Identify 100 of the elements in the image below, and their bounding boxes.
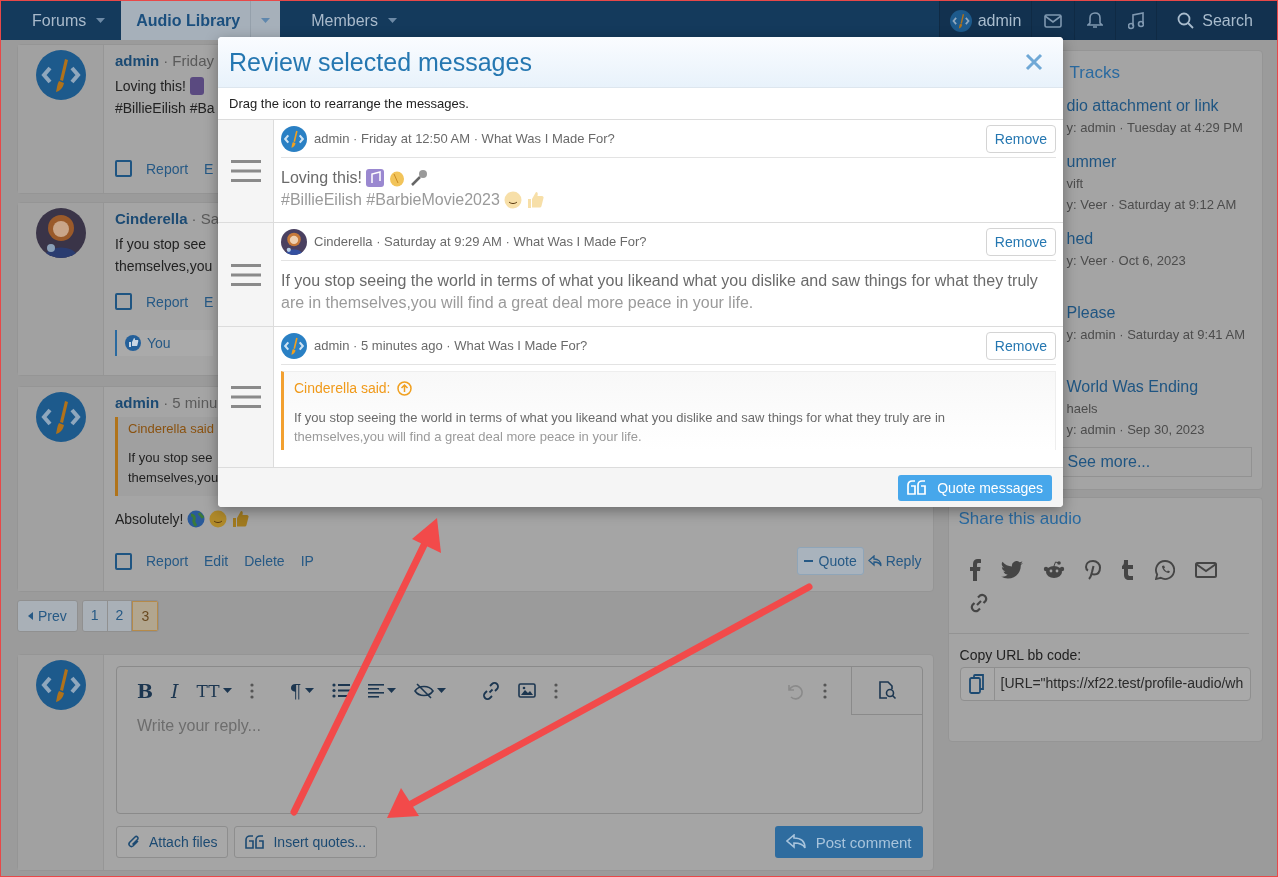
attach-files-button[interactable]: Attach files [116,826,229,858]
align-tool[interactable] [367,683,396,698]
action-link[interactable]: IP [300,553,314,569]
nav-tab[interactable]: Forums [1,1,120,40]
track-title[interactable]: Please [1066,302,1252,324]
page-button[interactable]: 3 [132,601,159,631]
quote-button[interactable]: Quote [796,547,864,575]
document-search-icon [876,680,897,700]
track-title[interactable]: World Was Ending [1066,376,1252,398]
facebook-icon[interactable] [968,559,981,581]
quote-author: Cinderella said [128,421,214,436]
logo-avatar [949,9,972,32]
reddit-icon[interactable] [1042,561,1065,579]
action-link[interactable]: Report [146,293,189,310]
logo-avatar [35,50,86,100]
smiling-face-icon [503,191,522,209]
search-button[interactable]: Search [1156,1,1277,40]
track-meta: y: admin · Saturday at 9:41 AM [1066,326,1246,344]
drag-handle-icon[interactable] [230,262,261,287]
caret-icon [436,688,446,693]
thumbs-up-icon [231,510,250,528]
post-text: Absolutely! [115,510,184,529]
hide-tool[interactable] [413,682,446,699]
size-tool[interactable]: TT [196,680,232,701]
nav-tab[interactable]: Members [280,1,411,40]
author-name[interactable]: admin [115,394,160,411]
select-checkbox[interactable] [115,160,132,177]
action-link[interactable]: E [204,160,214,177]
reply-placeholder: Write your reply... [136,716,262,736]
track-meta: haels [1066,400,1099,418]
tumblr-icon[interactable] [1120,560,1135,580]
paragraph-tool[interactable]: ¶ [289,679,314,702]
link-tool[interactable] [481,681,500,700]
drag-handle-icon[interactable] [230,159,261,183]
caret-icon [261,18,271,23]
insert-quotes-button[interactable]: Insert quotes... [234,826,378,858]
link-icon[interactable] [968,593,989,613]
author-name[interactable]: Cinderella [115,210,188,227]
track-meta: y: Veer · Saturday at 9:12 AM [1066,196,1238,214]
quote-text: themselves,you [128,469,219,487]
panel-title: Tracks [1069,63,1121,83]
more-tool[interactable] [249,682,254,699]
quote-text: If you stop see [128,449,213,467]
close-icon[interactable] [1025,53,1043,71]
prev-button[interactable]: Prev [17,600,78,632]
panel-title: Share this audio [957,508,1083,529]
post-text: themselves,you [115,257,213,276]
more-tool[interactable] [822,682,827,699]
twitter-icon[interactable] [1000,561,1023,579]
globe-icon [187,510,206,528]
preview-button[interactable] [850,666,922,715]
pinterest-icon[interactable] [1084,560,1101,580]
select-checkbox[interactable] [115,293,132,310]
search-icon [1177,12,1195,29]
message-text: Loving this! [281,168,362,188]
action-link[interactable]: Report [146,553,189,569]
message-text: #BillieEilish #BarbieMovie2023 [281,190,500,210]
track-title[interactable]: ummer [1066,151,1252,173]
list-tool[interactable] [331,683,350,698]
drag-handle-icon[interactable] [230,385,261,409]
bold-tool[interactable]: B [137,679,154,702]
track-title[interactable]: dio attachment or link [1066,95,1252,117]
quote-author[interactable]: Cinderella said: [294,380,391,396]
whatsapp-icon[interactable] [1154,560,1175,580]
remove-button[interactable]: Remove [985,124,1056,153]
bb-code-field[interactable]: [URL="https://xf22.test/profile-audio/wh [959,667,1251,701]
track-meta: y: admin · Tuesday at 4:29 PM [1066,119,1244,137]
reply-link[interactable]: Reply [867,553,922,569]
logo-avatar [35,392,86,442]
quote-icon [245,835,266,849]
remove-button[interactable]: Remove [985,227,1056,256]
action-link[interactable]: Delete [244,553,285,569]
track-title[interactable]: hed [1066,228,1252,250]
page-button[interactable]: 2 [107,601,133,631]
quote-messages-button[interactable]: Quote messages [898,474,1052,501]
image-tool[interactable] [517,683,536,698]
caret-icon [387,18,397,23]
post-comment-button[interactable]: Post comment [774,826,923,858]
message-meta: admin · 5 minutes ago · What Was I Made For? [314,338,588,353]
microphone-icon [409,169,428,187]
like-icon [125,335,141,351]
italic-tool[interactable]: I [171,679,179,702]
page-button[interactable]: 1 [82,601,108,631]
thumbs-up-icon [525,191,544,209]
action-link[interactable]: E [204,293,214,310]
paperclip-icon [127,834,141,850]
logo-avatar [35,660,86,710]
dialog-hint: Drag the icon to rearrange the messages. [218,88,1063,120]
action-link[interactable]: Edit [204,553,229,569]
reaction-text[interactable]: You [147,335,171,351]
message-meta: Cinderella · Saturday at 9:29 AM · What Was I Made For? [314,234,647,249]
more-tool[interactable] [553,682,558,699]
action-link[interactable]: Report [146,160,189,177]
nav-tab[interactable]: Audio Library [121,1,281,40]
select-checkbox[interactable] [115,552,132,570]
dialog-title: Review selected messages [229,47,532,77]
reply-editor[interactable]: B I TT ¶ Write your reply... [116,666,923,814]
author-name[interactable]: admin [115,52,160,69]
remove-button[interactable]: Remove [985,331,1056,360]
arrow-up-circle-icon[interactable] [396,380,412,396]
